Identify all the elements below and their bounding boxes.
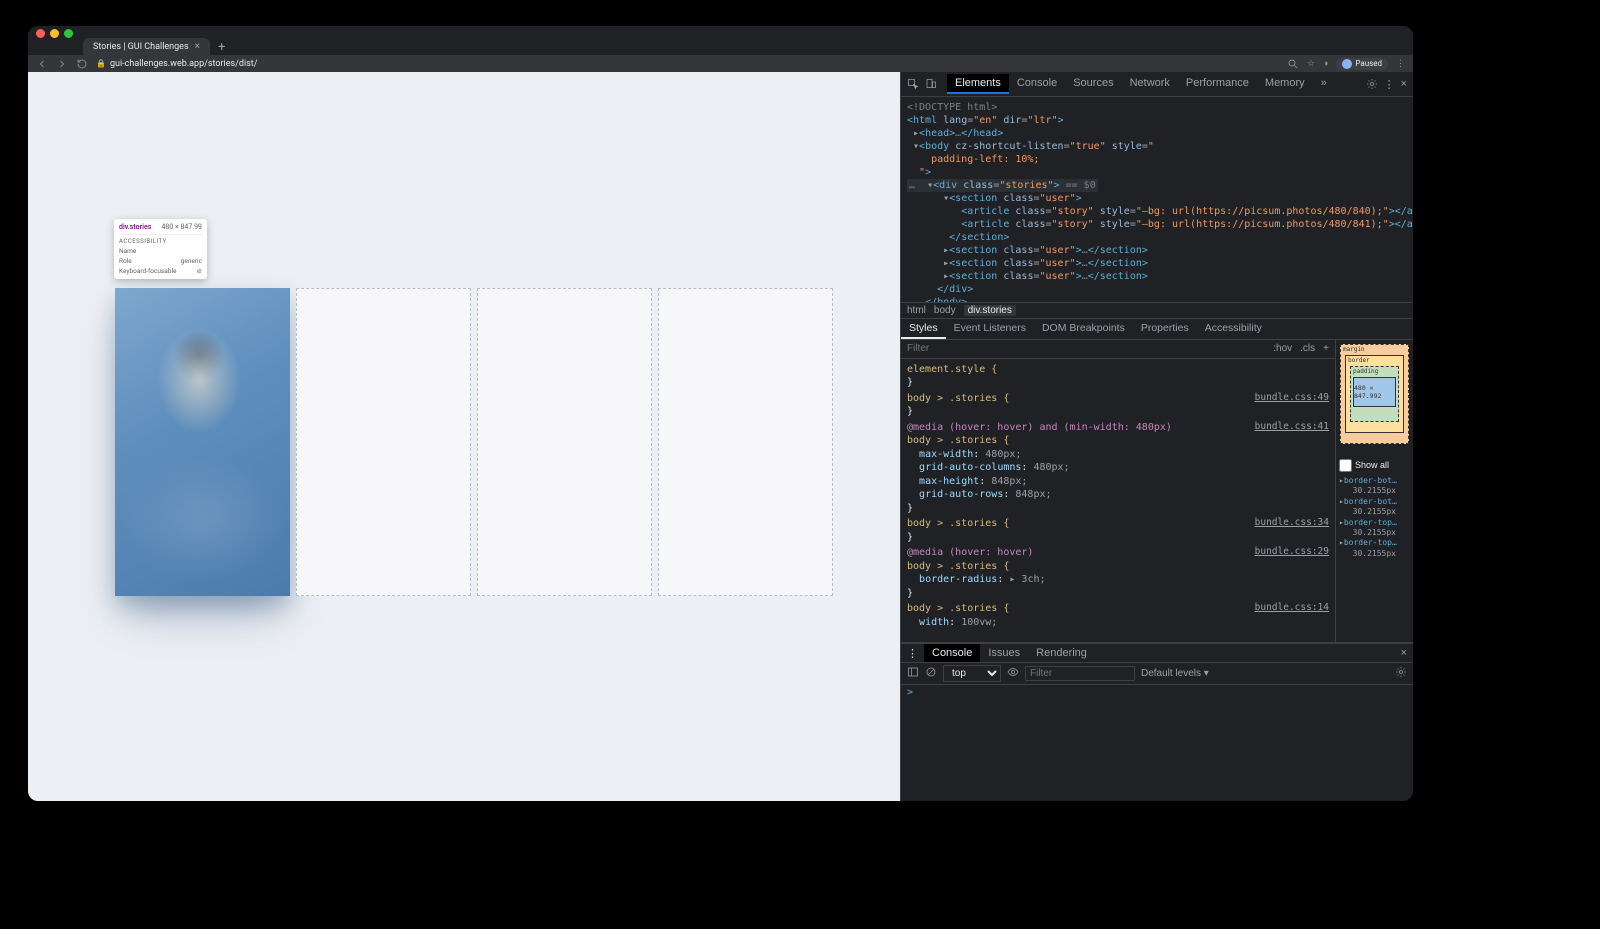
devtools-close-icon[interactable]: × bbox=[1401, 78, 1407, 90]
bookmark-icon[interactable]: ☆ bbox=[1307, 59, 1315, 69]
drawer-tab-rendering[interactable]: Rendering bbox=[1028, 644, 1095, 662]
inspect-tooltip: div.stories 480 × 847.99 ACCESSIBILITY N… bbox=[114, 219, 207, 279]
story-card-active[interactable] bbox=[115, 288, 290, 596]
devtools-panel: Elements Console Sources Network Perform… bbox=[900, 72, 1413, 801]
box-model[interactable]: margin border padding 480 × 847.992 bbox=[1336, 340, 1413, 455]
drawer-tab-console[interactable]: Console bbox=[924, 644, 980, 662]
tab-memory[interactable]: Memory bbox=[1257, 74, 1313, 94]
kebab-menu-icon[interactable]: ⋮ bbox=[1396, 59, 1405, 69]
browser-tab[interactable]: Stories | GUI Challenges × bbox=[83, 38, 210, 55]
subtab-dom-breakpoints[interactable]: DOM Breakpoints bbox=[1034, 319, 1133, 339]
profile-paused-pill[interactable]: Paused bbox=[1336, 58, 1388, 70]
window-minimize-button[interactable] bbox=[50, 29, 59, 38]
drawer-close-icon[interactable]: × bbox=[1395, 647, 1413, 659]
url-text: gui-challenges.web.app/stories/dist/ bbox=[110, 59, 257, 69]
back-button[interactable] bbox=[36, 58, 48, 70]
story-card-placeholder[interactable] bbox=[477, 288, 652, 596]
avatar-icon bbox=[1342, 59, 1352, 69]
crumb-body[interactable]: body bbox=[934, 305, 956, 316]
tooltip-accessibility-header: ACCESSIBILITY bbox=[119, 234, 202, 245]
forward-button[interactable] bbox=[56, 58, 68, 70]
devtools-settings-icon[interactable] bbox=[1366, 78, 1378, 90]
styles-pane[interactable]: :hov .cls + element.style {}body > .stor… bbox=[901, 340, 1335, 642]
tab-elements[interactable]: Elements bbox=[947, 74, 1009, 94]
console-context-select[interactable]: top bbox=[943, 665, 1001, 682]
tooltip-selector: div.stories bbox=[119, 223, 151, 231]
story-card-placeholder[interactable] bbox=[296, 288, 471, 596]
crumb-selected[interactable]: div.stories bbox=[964, 305, 1016, 316]
styles-subpanel-tabs: Styles Event Listeners DOM Breakpoints P… bbox=[901, 319, 1413, 340]
console-output[interactable]: > bbox=[901, 685, 1413, 801]
stories-container[interactable] bbox=[115, 288, 833, 596]
drawer-tab-issues[interactable]: Issues bbox=[980, 644, 1028, 662]
console-sidebar-toggle-icon[interactable] bbox=[907, 666, 919, 681]
console-prompt: > bbox=[907, 687, 913, 698]
lock-icon: 🔒 bbox=[96, 59, 106, 68]
window-titlebar bbox=[28, 26, 1413, 40]
dom-tree[interactable]: <!DOCTYPE html> <html lang="en" dir="ltr… bbox=[901, 97, 1413, 302]
window-zoom-button[interactable] bbox=[64, 29, 73, 38]
tooltip-dimensions: 480 × 847.99 bbox=[161, 223, 202, 231]
inspect-element-icon[interactable] bbox=[907, 78, 919, 90]
console-filter-input[interactable] bbox=[1025, 666, 1135, 681]
tab-network[interactable]: Network bbox=[1122, 74, 1178, 94]
paused-label: Paused bbox=[1355, 59, 1382, 68]
tab-performance[interactable]: Performance bbox=[1178, 74, 1257, 94]
show-all-checkbox[interactable] bbox=[1339, 459, 1352, 472]
styles-filter-input[interactable] bbox=[907, 343, 1265, 354]
computed-properties[interactable]: Show all ▸border-bot… 30.2155px▸border-b… bbox=[1336, 455, 1413, 642]
console-clear-icon[interactable] bbox=[925, 666, 937, 681]
tabs-overflow[interactable]: » bbox=[1313, 74, 1335, 94]
tab-title: Stories | GUI Challenges bbox=[93, 42, 189, 52]
hov-toggle[interactable]: :hov bbox=[1273, 342, 1292, 356]
cls-toggle[interactable]: .cls bbox=[1300, 342, 1315, 356]
devtools-kebab-icon[interactable]: ⋮ bbox=[1384, 78, 1395, 91]
extension-icon[interactable]: ◑ bbox=[1323, 58, 1328, 69]
search-icon[interactable] bbox=[1287, 58, 1299, 70]
page-viewport: div.stories 480 × 847.99 ACCESSIBILITY N… bbox=[28, 72, 900, 801]
tab-close-icon[interactable]: × bbox=[195, 41, 200, 52]
subtab-properties[interactable]: Properties bbox=[1133, 319, 1197, 339]
new-rule-icon[interactable]: + bbox=[1323, 342, 1329, 356]
drawer-menu-icon[interactable]: ⋮ bbox=[901, 647, 924, 660]
tab-strip: Stories | GUI Challenges × + bbox=[28, 40, 1413, 55]
window-close-button[interactable] bbox=[36, 29, 45, 38]
subtab-accessibility[interactable]: Accessibility bbox=[1197, 319, 1270, 339]
browser-window: Stories | GUI Challenges × + 🔒 gui-chall… bbox=[28, 26, 1413, 801]
console-drawer: ⋮ Console Issues Rendering × top Default… bbox=[901, 643, 1413, 801]
console-eye-icon[interactable] bbox=[1007, 666, 1019, 681]
subtab-event-listeners[interactable]: Event Listeners bbox=[946, 319, 1034, 339]
devtools-tabs: Elements Console Sources Network Perform… bbox=[947, 74, 1335, 94]
omnibox[interactable]: 🔒 gui-challenges.web.app/stories/dist/ bbox=[96, 59, 1279, 69]
story-card-placeholder[interactable] bbox=[658, 288, 833, 596]
device-toggle-icon[interactable] bbox=[925, 78, 937, 90]
new-tab-button[interactable]: + bbox=[210, 40, 233, 55]
address-bar: 🔒 gui-challenges.web.app/stories/dist/ ☆… bbox=[28, 55, 1413, 72]
console-settings-icon[interactable] bbox=[1395, 666, 1407, 681]
dom-breadcrumb[interactable]: html body div.stories bbox=[901, 302, 1413, 319]
reload-button[interactable] bbox=[76, 58, 88, 70]
console-levels-dropdown[interactable]: Default levels ▾ bbox=[1141, 668, 1209, 679]
tab-console[interactable]: Console bbox=[1009, 74, 1065, 94]
tab-sources[interactable]: Sources bbox=[1065, 74, 1121, 94]
devtools-toolbar: Elements Console Sources Network Perform… bbox=[901, 72, 1413, 97]
box-model-content: 480 × 847.992 bbox=[1353, 377, 1396, 407]
computed-sidebar: margin border padding 480 × 847.992 Show… bbox=[1335, 340, 1413, 642]
crumb-html[interactable]: html bbox=[907, 305, 926, 316]
subtab-styles[interactable]: Styles bbox=[901, 319, 946, 339]
